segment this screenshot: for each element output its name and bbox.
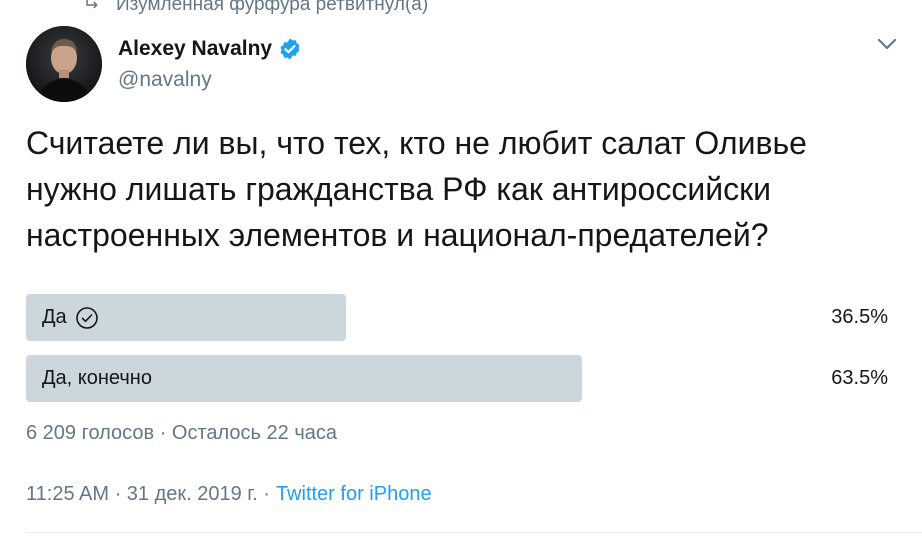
author-block: Alexey Navalny @navalny	[118, 36, 302, 92]
poll: Да 36.5% Да, конечно 63.5%	[26, 294, 888, 416]
poll-option-percent: 36.5%	[831, 306, 888, 328]
user-handle[interactable]: @navalny	[118, 68, 302, 92]
avatar-image	[26, 26, 102, 102]
poll-option-percent: 63.5%	[831, 367, 888, 389]
retweet-icon	[86, 0, 98, 9]
tweet-line: Считаете ли вы, что тех, кто не любит са…	[26, 125, 807, 161]
tweet-timestamp: 11:25 AM · 31 дек. 2019 г. · Twitter for…	[26, 483, 432, 506]
chevron-down-icon[interactable]	[876, 36, 898, 52]
tweet-time[interactable]: 11:25 AM · 31 дек. 2019 г. ·	[26, 483, 270, 506]
retweet-text: Изумленная фурфура ретвитнул(а)	[116, 0, 429, 15]
poll-option-label: Да	[42, 306, 67, 328]
poll-meta: 6 209 голосов · Осталось 22 часа	[26, 422, 337, 444]
retweet-context: Изумленная фурфура ретвитнул(а)	[84, 0, 428, 17]
poll-option-da[interactable]: Да 36.5%	[26, 294, 888, 341]
avatar[interactable]	[26, 26, 102, 102]
divider	[26, 532, 922, 533]
poll-option-label: Да, конечно	[42, 367, 152, 389]
check-circle-icon	[75, 306, 98, 329]
poll-option-da-konechno[interactable]: Да, конечно 63.5%	[26, 355, 888, 402]
tweet-line: настроенных элементов и национал-предате…	[26, 217, 769, 253]
display-name[interactable]: Alexey Navalny	[118, 37, 272, 61]
tweet-text: Считаете ли вы, что тех, кто не любит са…	[26, 120, 906, 258]
tweet-line: нужно лишать гражданства РФ как антиросс…	[26, 171, 771, 207]
source-link[interactable]: Twitter for iPhone	[276, 483, 432, 506]
verified-badge-icon	[280, 38, 300, 60]
